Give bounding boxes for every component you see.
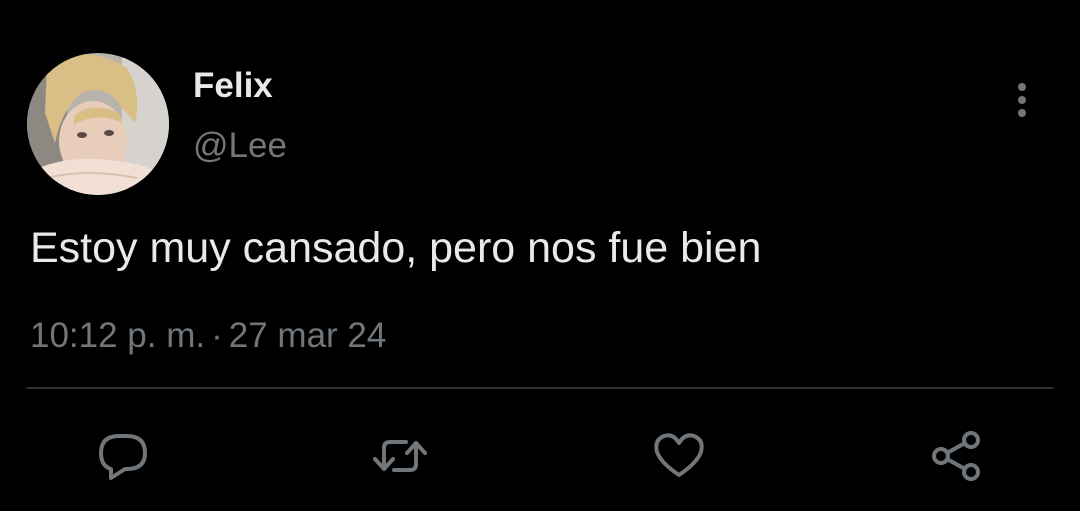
divider	[27, 387, 1053, 389]
more-options-button[interactable]	[1004, 80, 1040, 120]
avatar[interactable]	[27, 53, 169, 195]
reply-icon	[99, 434, 147, 480]
tweet-date: 27 mar 24	[228, 316, 387, 355]
retweet-icon	[373, 440, 427, 472]
share-icon	[932, 431, 980, 481]
tweet-timestamp[interactable]: 10:12 p. m. · 27 mar 24	[30, 316, 386, 356]
retweet-button[interactable]	[372, 428, 428, 484]
tweet-time: 10:12 p. m.	[30, 316, 206, 355]
timestamp-separator: ·	[211, 316, 223, 355]
reply-button[interactable]	[95, 428, 151, 484]
tweet-card: Felix @Lee Estoy muy cansado, pero nos f…	[0, 0, 1080, 511]
display-name[interactable]: Felix	[193, 66, 273, 106]
more-vertical-icon	[1018, 83, 1026, 117]
tweet-text: Estoy muy cansado, pero nos fue bien	[30, 224, 762, 272]
heart-icon	[654, 433, 704, 477]
avatar-image	[27, 53, 169, 195]
user-handle[interactable]: @Lee	[193, 126, 287, 166]
share-button[interactable]	[929, 428, 985, 484]
like-button[interactable]	[651, 428, 707, 484]
